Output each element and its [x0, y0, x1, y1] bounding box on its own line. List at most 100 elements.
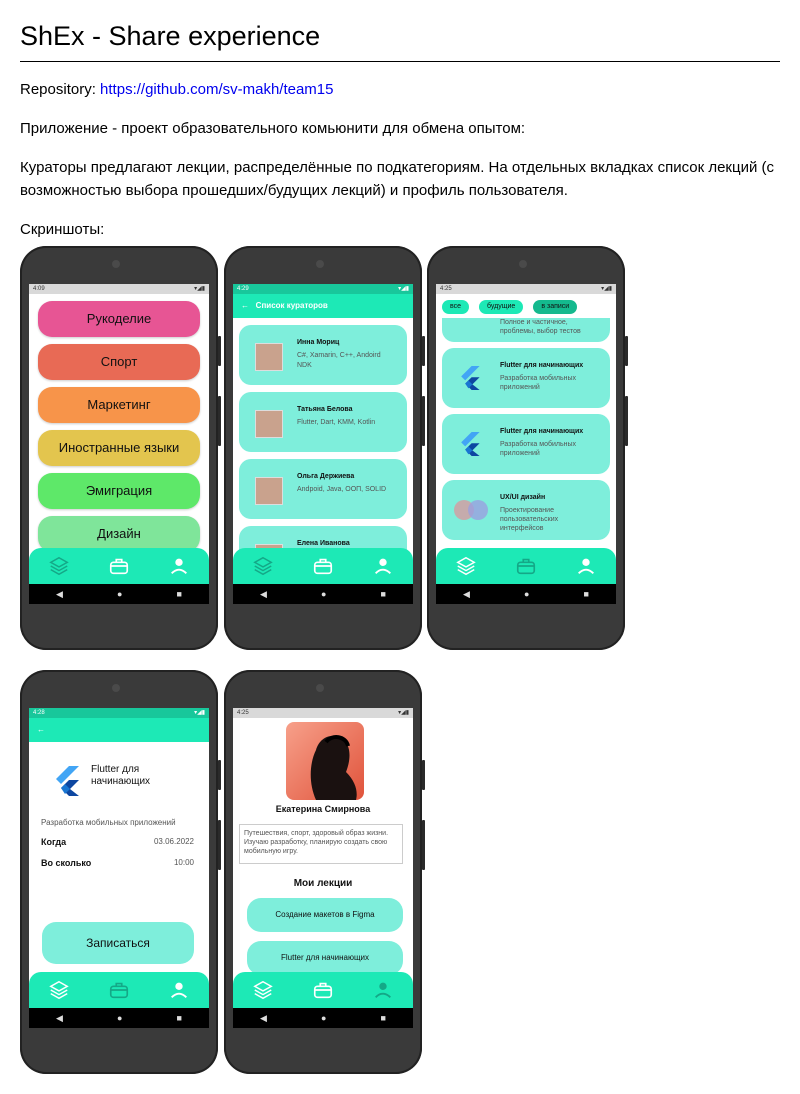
profile-icon[interactable]	[372, 555, 394, 577]
avatar-silhouette-icon	[310, 735, 357, 800]
signup-button[interactable]: Записаться	[42, 922, 194, 964]
phone-screen: 4:25 ▾◢▮ Екатерина Смирнова Путешествия, …	[233, 708, 413, 1028]
flutter-logo-icon	[460, 366, 480, 395]
bottom-navigation	[233, 548, 413, 584]
my-lectures-heading: Мои лекции	[293, 878, 353, 889]
lecture-description: Разработка мобильных приложений	[500, 375, 577, 391]
status-bar: 4:09 ▾◢▮	[29, 284, 209, 294]
briefcase-icon[interactable]	[108, 979, 130, 1001]
category-button[interactable]: Иностранные языки	[38, 430, 200, 466]
back-icon[interactable]: ◀	[463, 589, 470, 600]
home-icon[interactable]: ●	[524, 589, 529, 599]
category-button[interactable]: Маркетинг	[38, 387, 200, 423]
lecture-card[interactable]: Flutter для начинающих Разработка мобильн…	[442, 414, 610, 474]
profile-bio: Путешествия, спорт, здоровый образ жизни…	[239, 824, 403, 864]
curator-name: Инна Мориц	[297, 339, 340, 346]
layers-icon[interactable]	[48, 979, 70, 1001]
intro-text: Приложение - проект образовательного ком…	[20, 120, 526, 137]
curator-card[interactable]: Ольга Держиева Andpoid, Java, ООП, SOLID	[239, 459, 407, 519]
lecture-title: Flutter для начинающих	[91, 764, 151, 787]
phone-screen: 4:29 ▾◢▮ ← Список кураторов Инна Мориц C#,…	[233, 284, 413, 604]
profile-icon[interactable]	[372, 979, 394, 1001]
app-bar: ← Список кураторов	[233, 294, 413, 318]
curator-skills: C#, Xamarin, C++, Andoird NDK	[297, 352, 381, 369]
phone-screen: 4:28 ▾◢▮ ← Flutter для начинающих Разрабо…	[29, 708, 209, 1028]
filter-chip[interactable]: все	[442, 300, 470, 314]
back-arrow-icon[interactable]: ←	[37, 725, 45, 734]
flutter-logo-icon	[460, 432, 480, 461]
avatar	[286, 722, 364, 800]
curator-skills: Flutter, Dart, KMM, Kotlin	[297, 419, 376, 426]
flutter-logo-icon	[56, 766, 79, 796]
briefcase-icon[interactable]	[515, 555, 537, 577]
my-lecture-item[interactable]: Flutter для начинающих	[247, 941, 403, 975]
recents-icon[interactable]: ■	[177, 1013, 182, 1023]
phone-screenshot-categories: 4:09 ▾◢▮ Рукоделие Спорт Маркетинг Иностранн…	[20, 246, 221, 650]
curator-photo	[255, 410, 283, 438]
back-icon[interactable]: ◀	[56, 1013, 63, 1024]
android-navbar: ◀ ● ■	[436, 584, 616, 604]
category-button[interactable]: Дизайн	[38, 516, 200, 552]
lecture-card-partial[interactable]: Полное и частичное, проблемы, выбор тест…	[442, 318, 610, 342]
status-bar: 4:29 ▾◢▮	[233, 284, 413, 294]
category-list: Рукоделие Спорт Маркетинг Иностранные языки…	[29, 301, 209, 552]
back-icon[interactable]: ◀	[260, 1013, 267, 1024]
briefcase-icon[interactable]	[312, 979, 334, 1001]
curator-card[interactable]: Татьяна Белова Flutter, Dart, KMM, Kotlin	[239, 392, 407, 452]
layers-icon[interactable]	[48, 555, 70, 577]
back-icon[interactable]: ◀	[56, 589, 63, 600]
description-text: Кураторы предлагают лекции, распределённ…	[20, 159, 775, 199]
phone-screenshot-profile: 4:25 ▾◢▮ Екатерина Смирнова Путешествия, …	[224, 670, 425, 1074]
time-row: Во сколько 10:00	[41, 858, 194, 868]
ux-ui-icon	[452, 498, 490, 527]
home-icon[interactable]: ●	[117, 589, 122, 599]
curator-name: Елена Иванова	[297, 540, 350, 547]
lecture-title: Flutter для начинающих	[500, 362, 584, 369]
curator-name: Татьяна Белова	[297, 406, 353, 413]
category-button[interactable]: Спорт	[38, 344, 200, 380]
filter-chip[interactable]: будущие	[479, 300, 524, 314]
filter-chip[interactable]: в записи	[533, 300, 578, 314]
profile-icon[interactable]	[168, 979, 190, 1001]
bottom-navigation	[233, 972, 413, 1008]
curator-skills: Andpoid, Java, ООП, SOLID	[297, 486, 387, 493]
home-icon[interactable]: ●	[321, 1013, 326, 1023]
home-icon[interactable]: ●	[321, 589, 326, 599]
repository-line: Repository: https://github.com/sv-makh/t…	[20, 78, 780, 101]
recents-icon[interactable]: ■	[381, 1013, 386, 1023]
my-lecture-item[interactable]: Создание макетов в Figma	[247, 898, 403, 932]
home-icon[interactable]: ●	[117, 1013, 122, 1023]
profile-icon[interactable]	[168, 555, 190, 577]
repository-link[interactable]: https://github.com/sv-makh/team15	[100, 81, 333, 98]
category-button[interactable]: Рукоделие	[38, 301, 200, 337]
phone-screenshot-lectures: 4:25 ▾◢▮ все будущие в записи Полное и част…	[427, 246, 628, 650]
layers-icon[interactable]	[252, 979, 274, 1001]
recents-icon[interactable]: ■	[584, 589, 589, 599]
layers-icon[interactable]	[455, 555, 477, 577]
lecture-card[interactable]: Flutter для начинающих Разработка мобильн…	[442, 348, 610, 408]
curator-name: Ольга Держиева	[297, 473, 355, 480]
back-icon[interactable]: ◀	[260, 589, 267, 600]
lecture-description: Разработка мобильных приложений	[500, 441, 577, 457]
curator-card[interactable]: Инна Мориц C#, Xamarin, C++, Andoird NDK	[239, 325, 407, 385]
phone-screen: 4:25 ▾◢▮ все будущие в записи Полное и част…	[436, 284, 616, 604]
lecture-subtitle: Разработка мобильных приложений	[41, 818, 176, 827]
briefcase-icon[interactable]	[312, 555, 334, 577]
recents-icon[interactable]: ■	[177, 589, 182, 599]
layers-icon[interactable]	[252, 555, 274, 577]
curator-photo	[255, 343, 283, 371]
briefcase-icon[interactable]	[108, 555, 130, 577]
phone-screenshot-curators: 4:29 ▾◢▮ ← Список кураторов Инна Мориц C#,…	[224, 246, 425, 650]
phone-screen: 4:09 ▾◢▮ Рукоделие Спорт Маркетинг Иностранн…	[29, 284, 209, 604]
lecture-title: Flutter для начинающих	[500, 428, 584, 435]
lecture-card[interactable]: UX/UI дизайн Проектирование пользовательс…	[442, 480, 610, 540]
recents-icon[interactable]: ■	[381, 589, 386, 599]
profile-name: Екатерина Смирнова	[275, 804, 371, 814]
profile-icon[interactable]	[575, 555, 597, 577]
category-button[interactable]: Эмиграция	[38, 473, 200, 509]
bottom-navigation	[29, 548, 209, 584]
android-navbar: ◀ ● ■	[29, 584, 209, 604]
bottom-navigation	[29, 972, 209, 1008]
back-arrow-icon[interactable]: ←	[241, 301, 249, 310]
filter-chips: все будущие в записи	[436, 294, 616, 314]
